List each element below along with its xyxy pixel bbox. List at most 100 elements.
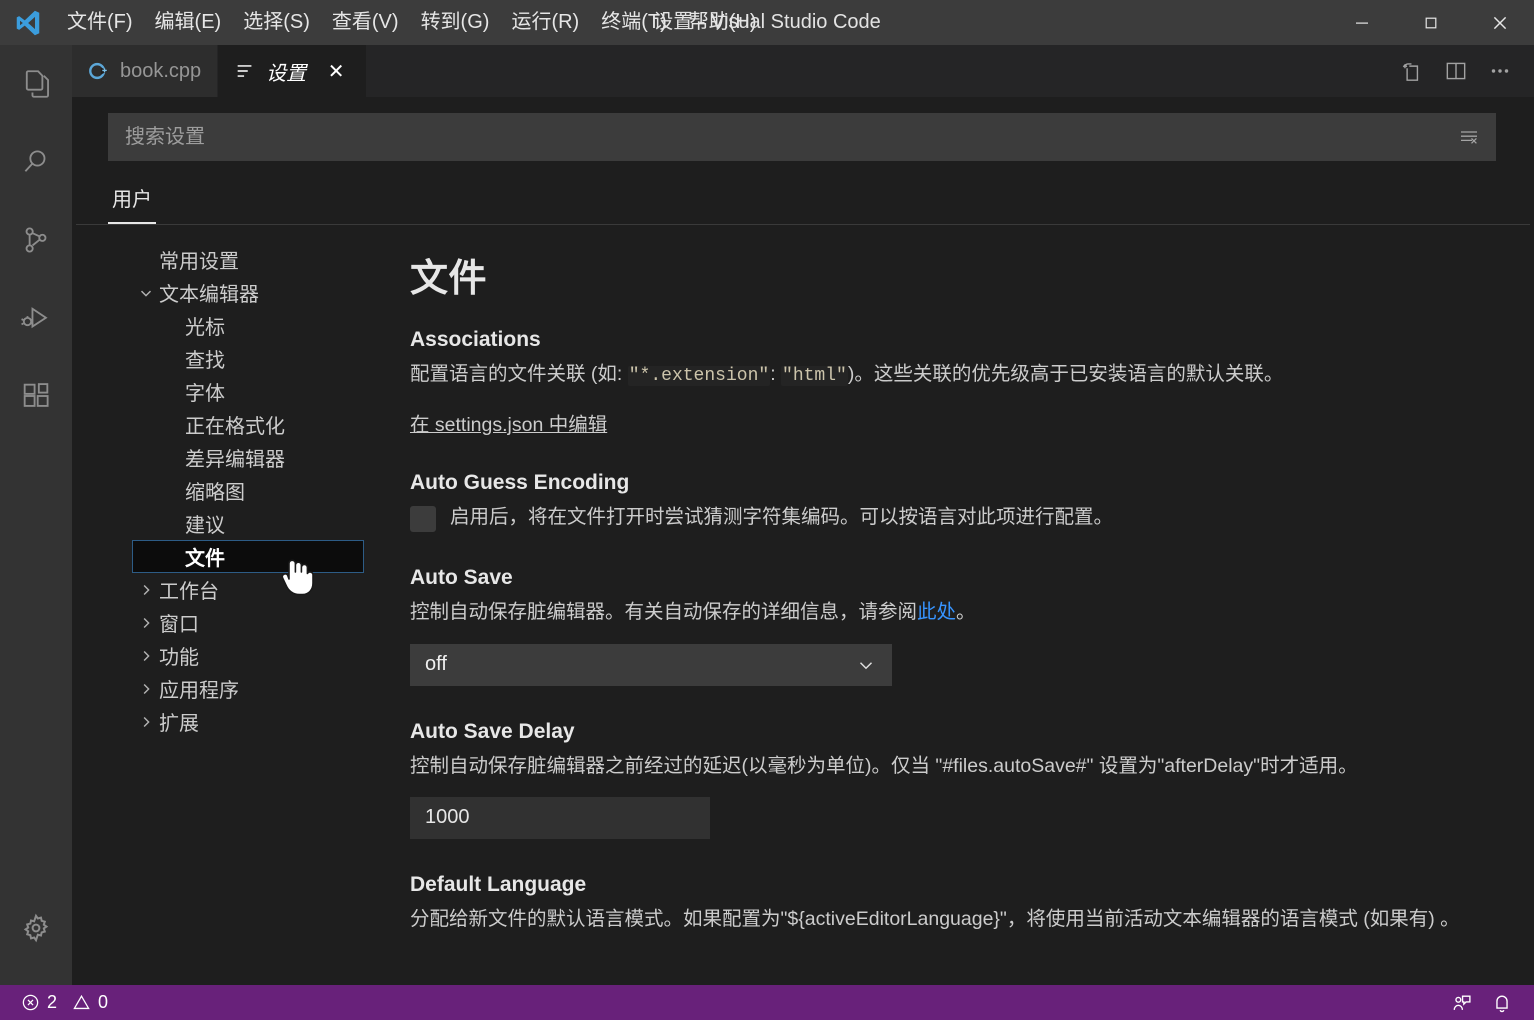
auto-save-select[interactable]: off (410, 643, 892, 686)
chevron-down-icon (855, 654, 877, 676)
status-bar: 2 0 (0, 985, 1534, 1020)
toc-item-text-editor[interactable]: 文本编辑器 (132, 276, 372, 309)
auto-guess-encoding-checkbox[interactable] (410, 506, 436, 532)
toc-item-workbench[interactable]: 工作台 (132, 573, 372, 606)
menu-item-help[interactable]: 帮助(H) (678, 0, 768, 45)
menu-item-run[interactable]: 运行(R) (500, 0, 590, 45)
auto-save-delay-input-wrapper[interactable] (410, 796, 710, 839)
toc-item-commonly-used[interactable]: 常用设置 (132, 243, 372, 276)
setting-description: 配置语言的文件关联 (如: "*.extension": "html")。这些关… (410, 360, 1504, 390)
toc-item-label: 建议 (185, 515, 225, 537)
toc-item-diff-editor[interactable]: 差异编辑器 (132, 441, 372, 474)
desc-part-c: )。这些关联的优先级高于已安装语言的默认关联。 (847, 363, 1284, 385)
toc-item-find[interactable]: 查找 (132, 342, 372, 375)
menu-item-file[interactable]: 文件(F) (56, 0, 144, 45)
settings-editor: 用户 常用设置 文本编辑器 (72, 97, 1534, 985)
run-and-debug-icon[interactable] (0, 279, 72, 357)
setting-title: Auto Save (410, 566, 513, 590)
toc-item-cursor[interactable]: 光标 (132, 309, 372, 342)
setting-description: 控制自动保存脏编辑器之前经过的延迟(以毫秒为单位)。仅当 "#files.aut… (410, 754, 1358, 777)
menu-item-go[interactable]: 转到(G) (410, 0, 501, 45)
setting-auto-save-delay: Auto Save Delay 控制自动保存脏编辑器之前经过的延迟(以毫秒为单位… (410, 720, 1504, 839)
edit-in-settings-json-link[interactable]: 在 settings.json 中编辑 (410, 408, 607, 437)
files-icon[interactable] (0, 45, 72, 123)
status-bar-right (1442, 985, 1534, 1020)
settings-list: 文件 Associations 配置语言的文件关联 (如: "*.extensi… (372, 237, 1534, 985)
tabs-spacer (367, 45, 1392, 97)
settings-scope-tabs-row: 用户 (72, 177, 1534, 224)
auto-save-delay-input[interactable] (425, 806, 695, 830)
auto-save-value: off (425, 653, 447, 675)
editor-actions (1392, 45, 1534, 97)
minimize-icon[interactable] (1327, 0, 1396, 45)
search-icon[interactable] (0, 123, 72, 201)
tab-book-cpp[interactable]: book.cpp (72, 45, 219, 97)
setting-description: 分配给新文件的默认语言模式。如果配置为"${activeEditorLangua… (410, 907, 1460, 930)
toc-item-label: 光标 (185, 317, 225, 339)
toc-item-formatting[interactable]: 正在格式化 (132, 408, 372, 441)
toc-item-label: 查找 (185, 350, 225, 372)
toc-item-font[interactable]: 字体 (132, 375, 372, 408)
warning-count: 0 (98, 992, 109, 1012)
gear-icon[interactable] (0, 889, 72, 967)
setting-title: Auto Guess Encoding (410, 471, 630, 494)
tab-user[interactable]: 用户 (108, 177, 156, 224)
close-icon[interactable]: ✕ (322, 57, 350, 85)
bell-icon[interactable] (1482, 985, 1522, 1020)
open-changes-icon[interactable] (1392, 51, 1432, 91)
error-icon (21, 993, 40, 1012)
menu-item-terminal[interactable]: 终端(T) (590, 0, 678, 45)
extensions-icon[interactable] (0, 357, 72, 435)
toc-item-suggestions[interactable]: 建议 (132, 507, 372, 540)
chevron-right-icon (133, 680, 159, 698)
toc-item-label: 常用设置 (159, 251, 239, 273)
toc-item-features[interactable]: 功能 (132, 639, 372, 672)
desc-part-b: : (770, 363, 782, 385)
title-bar: 文件(F) 编辑(E) 选择(S) 查看(V) 转到(G) 运行(R) 终端(T… (0, 0, 1534, 45)
clear-filter-icon[interactable] (1449, 117, 1489, 157)
setting-description: 控制自动保存脏编辑器。有关自动保存的详细信息，请参阅此处。 (410, 598, 1504, 627)
tab-settings[interactable]: 设置 ✕ (218, 45, 368, 97)
source-control-icon[interactable] (0, 201, 72, 279)
toc-item-label: 扩展 (159, 713, 199, 735)
close-icon[interactable] (1465, 0, 1534, 45)
toc-item-window[interactable]: 窗口 (132, 606, 372, 639)
chevron-right-icon (133, 713, 159, 731)
toc-item-label: 正在格式化 (185, 416, 285, 438)
toc-item-label: 文本编辑器 (159, 284, 259, 306)
editor-tabs: book.cpp 设置 ✕ (72, 45, 1534, 97)
split-editor-icon[interactable] (1436, 51, 1476, 91)
window-controls (1327, 0, 1534, 45)
toc-item-label: 功能 (159, 647, 199, 669)
chevron-down-icon (133, 284, 159, 302)
setting-auto-guess-encoding: Auto Guess Encoding 启用后，将在文件打开时尝试猜测字符集编码… (410, 471, 1504, 532)
menu-item-view[interactable]: 查看(V) (321, 0, 410, 45)
setting-associations: Associations 配置语言的文件关联 (如: "*.extension"… (410, 328, 1504, 437)
toc-item-minimap[interactable]: 缩略图 (132, 474, 372, 507)
menu-item-selection[interactable]: 选择(S) (232, 0, 321, 45)
toc-item-files[interactable]: 文件 (132, 540, 364, 573)
divider (76, 224, 1530, 225)
desc-part-b: 。 (956, 601, 976, 624)
feedback-icon[interactable] (1442, 985, 1482, 1020)
toc-item-label: 窗口 (159, 614, 199, 636)
desc-part-a: 控制自动保存脏编辑器。有关自动保存的详细信息，请参阅 (410, 601, 918, 624)
maximize-icon[interactable] (1396, 0, 1465, 45)
auto-save-docs-link[interactable]: 此处 (917, 601, 956, 623)
settings-search-box[interactable] (108, 113, 1496, 161)
toc-item-extensions[interactable]: 扩展 (132, 705, 372, 738)
status-problems[interactable]: 2 0 (12, 985, 117, 1020)
search-input[interactable] (125, 125, 1449, 149)
code-extension: "*.extension" (627, 366, 771, 386)
settings-search-row (72, 113, 1534, 161)
toc-item-label: 应用程序 (159, 680, 239, 702)
setting-auto-save: Auto Save 控制自动保存脏编辑器。有关自动保存的详细信息，请参阅此处。 … (410, 566, 1504, 686)
checkbox-row: 启用后，将在文件打开时尝试猜测字符集编码。可以按语言对此项进行配置。 (410, 503, 1504, 532)
toc-item-application[interactable]: 应用程序 (132, 672, 372, 705)
menu-item-edit[interactable]: 编辑(E) (144, 0, 233, 45)
more-actions-icon[interactable] (1480, 51, 1520, 91)
menu-bar: 文件(F) 编辑(E) 选择(S) 查看(V) 转到(G) 运行(R) 终端(T… (56, 0, 768, 45)
vscode-window: 文件(F) 编辑(E) 选择(S) 查看(V) 转到(G) 运行(R) 终端(T… (0, 0, 1534, 1020)
desc-part-a: 配置语言的文件关联 (如: (410, 363, 628, 385)
error-count: 2 (47, 992, 58, 1012)
